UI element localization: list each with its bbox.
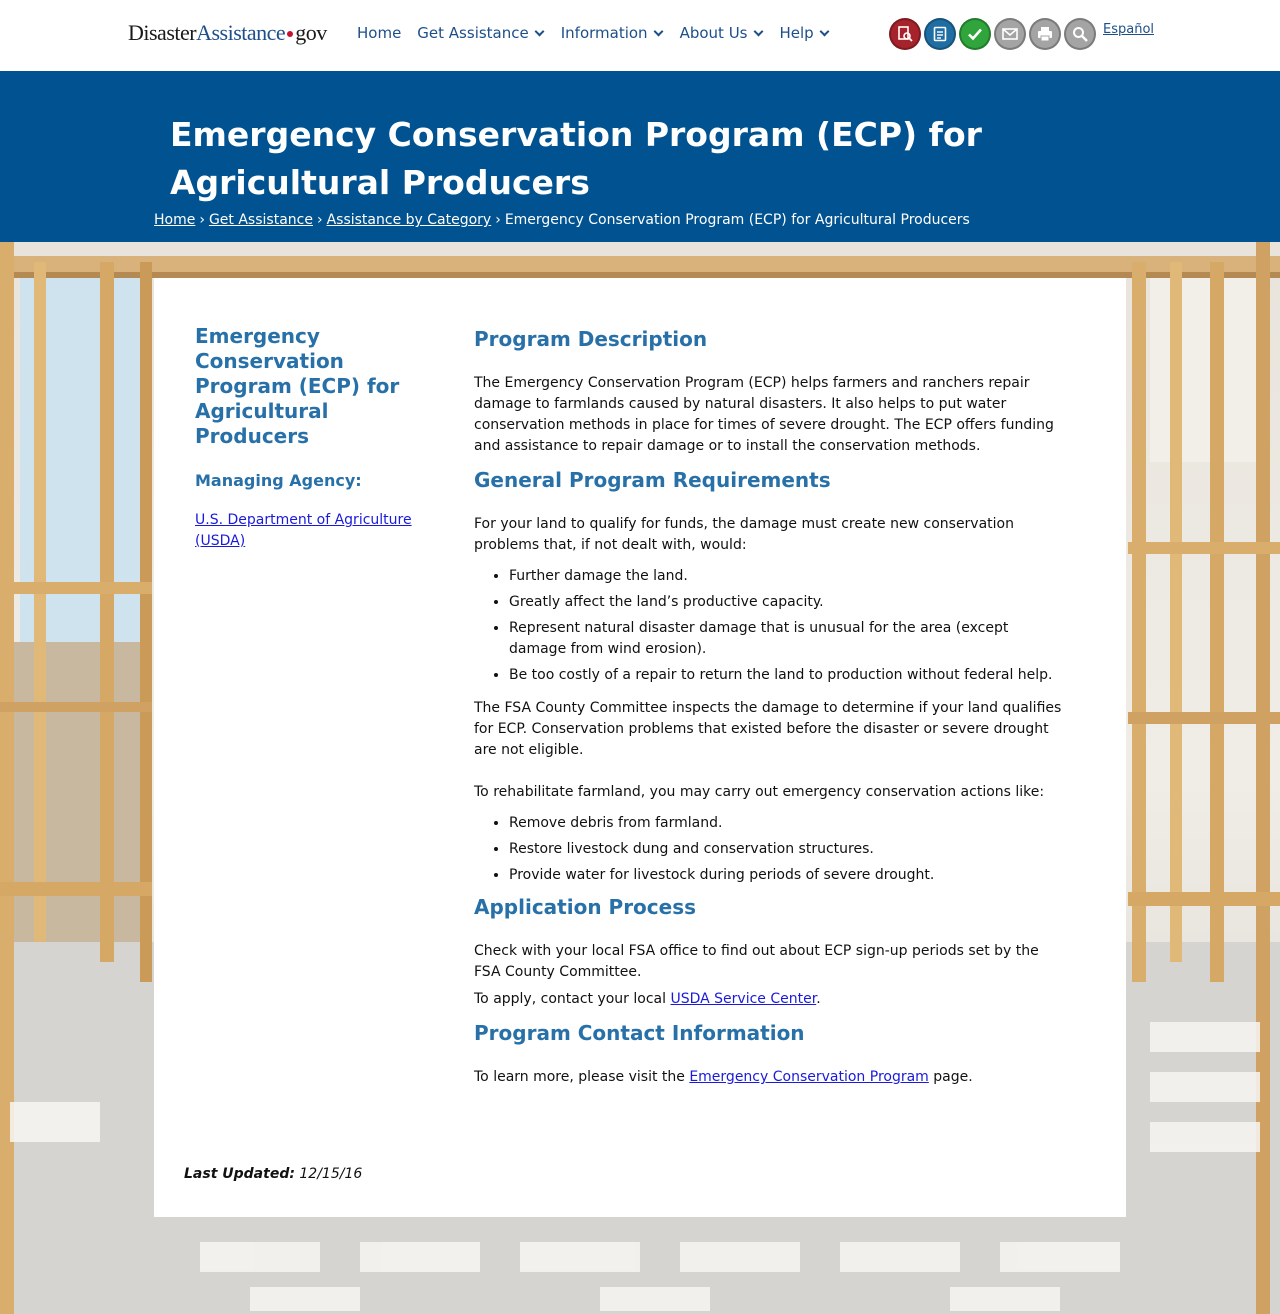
search-icon[interactable] bbox=[1064, 18, 1096, 50]
page-banner: Emergency Conservation Program (ECP) for… bbox=[0, 71, 1280, 242]
contact-suffix: page. bbox=[928, 1069, 973, 1085]
section-heading-program-description: Program Description bbox=[474, 327, 708, 351]
contact-prefix: To learn more, please visit the bbox=[474, 1069, 690, 1085]
content-card: Emergency Conservation Program (ECP) for… bbox=[154, 278, 1126, 1217]
nav-get-assistance[interactable]: Get Assistance bbox=[417, 24, 545, 42]
actions-intro: To rehabilitate farmland, you may carry … bbox=[474, 784, 1045, 800]
logo-text-part3: gov bbox=[295, 20, 327, 45]
ecp-program-link[interactable]: Emergency Conservation Program bbox=[689, 1069, 929, 1085]
site-header: DisasterAssistance gov Home Get Assistanc… bbox=[0, 0, 1280, 71]
breadcrumb-separator: › bbox=[316, 212, 323, 228]
breadcrumb: Home › Get Assistance › Assistance by Catego… bbox=[154, 212, 970, 228]
list-item: Restore livestock dung and conservation … bbox=[509, 839, 1069, 860]
usda-service-center-link[interactable]: USDA Service Center bbox=[670, 991, 816, 1007]
apply-text: To apply, contact your local USDA Servic… bbox=[474, 989, 1069, 1010]
sidebar: Emergency Conservation Program (ECP) for… bbox=[195, 324, 445, 552]
print-icon[interactable] bbox=[1029, 18, 1061, 50]
nav-help[interactable]: Help bbox=[780, 24, 830, 42]
list-item: Further damage the land. bbox=[509, 566, 1069, 587]
page-title: Emergency Conservation Program (ECP) for… bbox=[170, 115, 982, 202]
chevron-down-icon bbox=[819, 26, 830, 36]
logo-text-part1: Disaster bbox=[128, 20, 197, 45]
nav-information[interactable]: Information bbox=[561, 24, 664, 42]
breadcrumb-assistance-by-category[interactable]: Assistance by Category bbox=[327, 212, 492, 228]
nav-home[interactable]: Home bbox=[357, 24, 401, 42]
list-item: Provide water for livestock during perio… bbox=[509, 865, 1069, 886]
actions-list: Remove debris from farmland. Restore liv… bbox=[509, 813, 1069, 886]
email-icon[interactable] bbox=[994, 18, 1026, 50]
list-item: Greatly affect the land’s productive cap… bbox=[509, 592, 1069, 613]
last-updated: Last Updated: 12/15/16 bbox=[184, 1166, 362, 1182]
list-item: Represent natural disaster damage that i… bbox=[509, 618, 1069, 660]
main-nav: Home Get Assistance Information About Us… bbox=[357, 24, 830, 42]
nav-home-label: Home bbox=[357, 24, 402, 42]
last-updated-date: 12/15/16 bbox=[299, 1166, 363, 1182]
breadcrumb-home[interactable]: Home bbox=[154, 212, 195, 228]
nav-get-assistance-label: Get Assistance bbox=[417, 24, 529, 42]
chevron-down-icon bbox=[534, 26, 545, 36]
sidebar-agency-heading: Managing Agency: bbox=[195, 471, 362, 490]
site-logo[interactable]: DisasterAssistance gov bbox=[128, 20, 327, 46]
breadcrumb-separator: › bbox=[495, 212, 501, 228]
program-description-text: The Emergency Conservation Program (ECP)… bbox=[474, 375, 1054, 454]
language-link-espanol[interactable]: Español bbox=[1103, 22, 1154, 37]
logo-text-part2: Assistance bbox=[196, 20, 286, 45]
agency-link-usda[interactable]: U.S. Department of Agriculture (USDA) bbox=[195, 510, 445, 552]
check-status-icon[interactable] bbox=[959, 18, 991, 50]
breadcrumb-current: Emergency Conservation Program (ECP) for… bbox=[504, 212, 970, 228]
find-assistance-icon[interactable] bbox=[889, 18, 921, 50]
section-heading-contact-information: Program Contact Information bbox=[474, 1021, 805, 1045]
breadcrumb-get-assistance[interactable]: Get Assistance bbox=[209, 212, 313, 228]
section-heading-application-process: Application Process bbox=[474, 895, 697, 919]
main-content: Program Description The Emergency Conser… bbox=[474, 326, 1069, 1088]
nav-about-us-label: About Us bbox=[679, 24, 748, 42]
requirements-list: Further damage the land. Greatly affect … bbox=[509, 566, 1069, 686]
list-item: Remove debris from farmland. bbox=[509, 813, 1069, 834]
chevron-down-icon bbox=[753, 26, 763, 36]
logo-dot-icon bbox=[287, 30, 294, 37]
requirements-paragraph: The FSA County Committee inspects the da… bbox=[474, 700, 1062, 758]
last-updated-label: Last Updated: bbox=[184, 1166, 295, 1182]
nav-information-label: Information bbox=[560, 24, 648, 42]
chevron-down-icon bbox=[653, 26, 664, 36]
apply-prefix: To apply, contact your local bbox=[474, 991, 671, 1007]
apply-suffix: . bbox=[816, 991, 821, 1007]
sidebar-program-title: Emergency Conservation Program (ECP) for… bbox=[195, 324, 400, 448]
application-text: Check with your local FSA office to find… bbox=[474, 943, 1039, 980]
contact-text: To learn more, please visit the Emergenc… bbox=[474, 1067, 1069, 1088]
requirements-intro: For your land to qualify for funds, the … bbox=[474, 516, 1014, 553]
apply-online-icon[interactable] bbox=[924, 18, 956, 50]
nav-help-label: Help bbox=[779, 24, 814, 42]
nav-about-us[interactable]: About Us bbox=[680, 24, 764, 42]
section-heading-requirements: General Program Requirements bbox=[474, 468, 831, 492]
breadcrumb-separator: › bbox=[199, 212, 205, 228]
list-item: Be too costly of a repair to return the … bbox=[509, 665, 1069, 686]
header-tools bbox=[889, 18, 1096, 50]
